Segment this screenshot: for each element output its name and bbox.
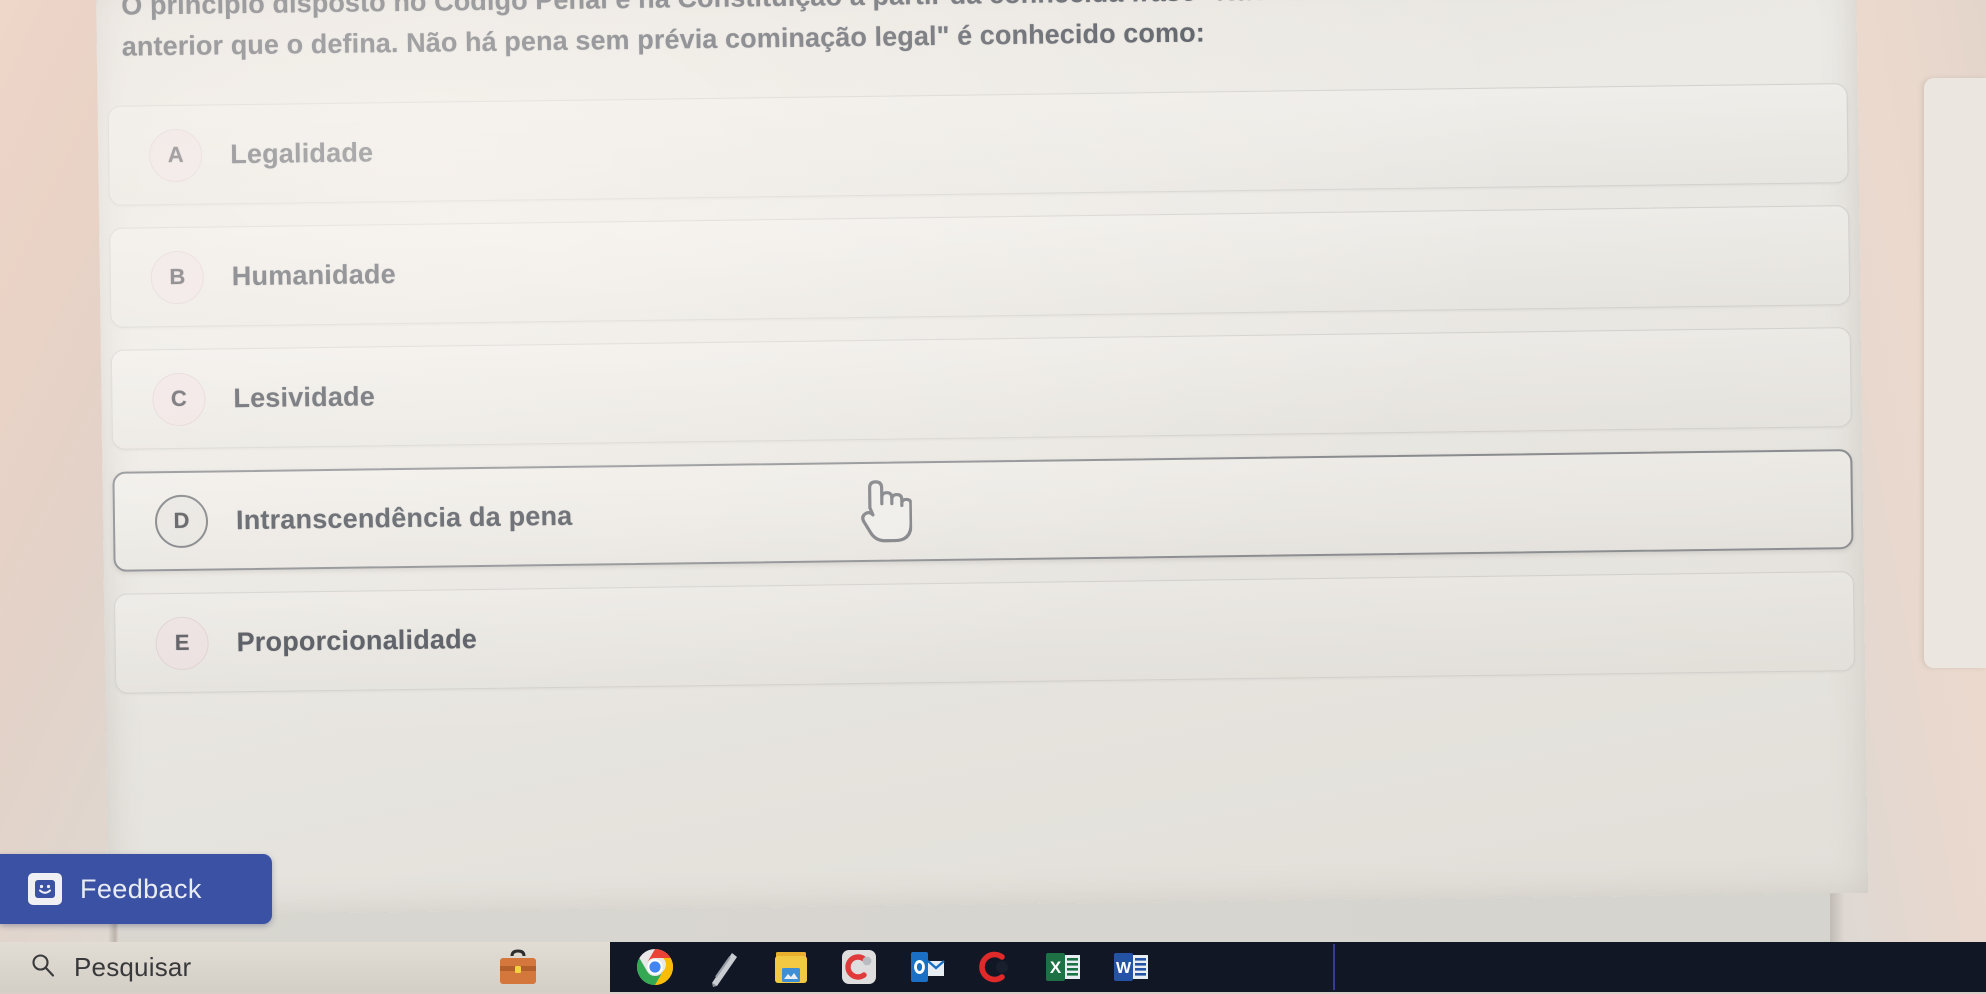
search-icon	[30, 952, 56, 983]
briefcase-icon[interactable]	[494, 947, 542, 994]
option-letter-badge-d: D	[155, 494, 209, 548]
windows-taskbar: Pesquisar	[0, 942, 1986, 992]
quiz-screen: O princípio disposto no Código Penal e n…	[96, 0, 1868, 916]
photo-backdrop: O princípio disposto no Código Penal e n…	[0, 0, 1986, 992]
feedback-button[interactable]: Feedback	[0, 854, 272, 924]
canva-icon[interactable]	[836, 946, 882, 988]
smiley-face-icon	[28, 873, 62, 905]
feedback-label: Feedback	[80, 874, 202, 905]
option-letter-badge-b: B	[150, 250, 204, 304]
option-letter-badge-e: E	[155, 616, 209, 670]
option-label-a: Legalidade	[230, 137, 373, 170]
svg-text:X: X	[1050, 958, 1062, 977]
right-page-edge	[1924, 78, 1986, 668]
option-letter-badge-a: A	[149, 128, 203, 182]
answer-option-e[interactable]: E Proporcionalidade	[114, 571, 1855, 694]
taskbar-app-area: X W	[610, 942, 1986, 992]
chrome-icon[interactable]	[632, 946, 678, 988]
option-label-b: Humanidade	[232, 259, 396, 292]
answer-option-d[interactable]: D Intranscendência da pena	[112, 449, 1853, 572]
excel-icon[interactable]: X	[1040, 946, 1086, 988]
grey-app-icon[interactable]	[700, 946, 746, 988]
pointing-hand-cursor	[849, 473, 912, 552]
option-letter-badge-c: C	[152, 372, 206, 426]
word-icon[interactable]: W	[1108, 946, 1154, 988]
answer-options-list: A Legalidade B Humanidade C Lesividade D Intran…	[108, 83, 1856, 716]
option-label-c: Lesividade	[233, 381, 375, 414]
question-text: O princípio disposto no Código Penal e n…	[121, 0, 1552, 68]
taskbar-search-area[interactable]: Pesquisar	[0, 942, 610, 992]
taskbar-divider	[1333, 944, 1335, 990]
search-label: Pesquisar	[74, 952, 191, 983]
answer-option-a[interactable]: A Legalidade	[108, 83, 1849, 206]
option-label-e: Proporcionalidade	[236, 624, 477, 658]
answer-option-b[interactable]: B Humanidade	[109, 205, 1850, 328]
svg-text:W: W	[1116, 960, 1132, 977]
outlook-icon[interactable]	[904, 946, 950, 988]
answer-option-c[interactable]: C Lesividade	[111, 327, 1852, 450]
option-label-d: Intranscendência da pena	[236, 500, 573, 535]
yellow-folder-icon[interactable]	[768, 946, 814, 988]
red-circle-app-icon[interactable]	[972, 946, 1018, 988]
